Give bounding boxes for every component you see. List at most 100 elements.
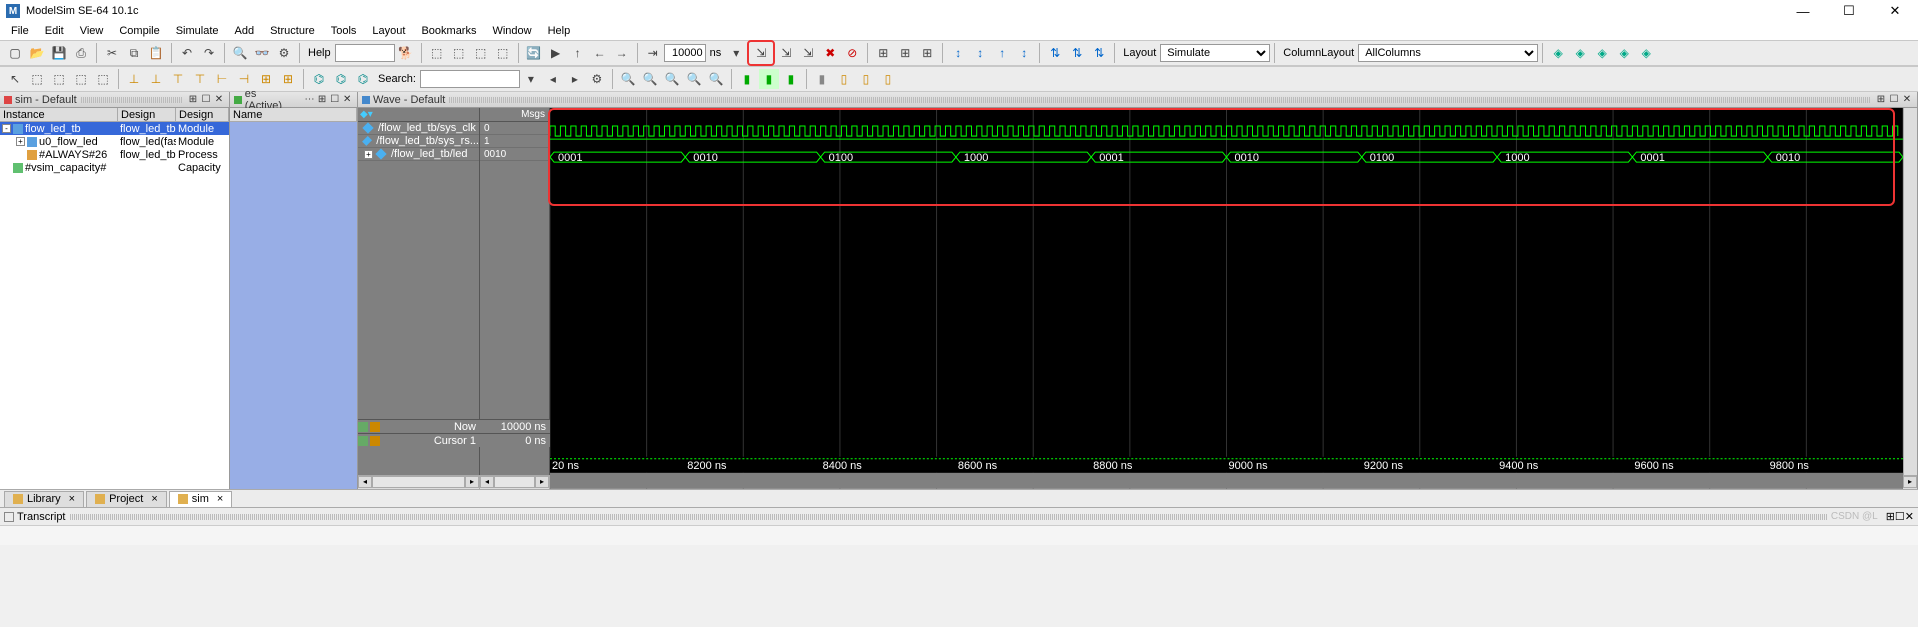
continue-icon[interactable]: ⇲ xyxy=(798,43,818,63)
expand-d-icon[interactable]: ⊤ xyxy=(190,69,210,89)
tab-close-icon[interactable]: × xyxy=(217,493,223,505)
tool-b-icon[interactable]: ⬚ xyxy=(449,43,469,63)
zoom-out-icon[interactable]: 🔍 xyxy=(640,69,660,89)
objects-body[interactable] xyxy=(230,122,357,489)
step-icon[interactable]: ⇥ xyxy=(643,43,663,63)
help-go-icon[interactable]: 🐕 xyxy=(396,43,416,63)
signal-row[interactable]: /flow_led_tb/sys_clk xyxy=(358,122,479,135)
pointer-icon[interactable]: ↖ xyxy=(5,69,25,89)
tree-row[interactable]: #ALWAYS#26flow_led_tb...Process xyxy=(0,148,229,161)
redo-icon[interactable]: ↷ xyxy=(199,43,219,63)
tree-row[interactable]: #vsim_capacity#Capacity xyxy=(0,161,229,174)
search-opt-icon[interactable]: ⚙ xyxy=(587,69,607,89)
wave-panel-header[interactable]: Wave - Default ⊞ ☐ ✕ xyxy=(358,92,1917,108)
expand-e-icon[interactable]: ⊢ xyxy=(212,69,232,89)
menu-bookmarks[interactable]: Bookmarks xyxy=(414,23,483,39)
bar-a-icon[interactable]: ▮ xyxy=(737,69,757,89)
window-b-icon[interactable]: ⊞ xyxy=(895,43,915,63)
select-c-icon[interactable]: ⬚ xyxy=(71,69,91,89)
panel-dots-icon[interactable]: ⋯ xyxy=(304,94,316,106)
nav-right-icon[interactable]: → xyxy=(612,43,632,63)
copy-icon[interactable]: ⧉ xyxy=(124,43,144,63)
run-all-icon[interactable]: ⇲ xyxy=(776,43,796,63)
bar-f-icon[interactable]: ▯ xyxy=(856,69,876,89)
expand-icon[interactable]: + xyxy=(16,137,25,146)
link-e-icon[interactable]: ◈ xyxy=(1636,43,1656,63)
menu-structure[interactable]: Structure xyxy=(263,23,322,39)
wave-vscroll[interactable] xyxy=(1903,108,1917,475)
menu-help[interactable]: Help xyxy=(541,23,578,39)
new-icon[interactable]: ▢ xyxy=(5,43,25,63)
signal-row[interactable]: /flow_led_tb/sys_rs... xyxy=(358,135,479,148)
cursor-e-icon[interactable]: ⇅ xyxy=(1045,43,1065,63)
transcript-panel-header[interactable]: Transcript CSDN @L ⊞ ☐ ✕ xyxy=(0,507,1918,525)
col-instance[interactable]: Instance xyxy=(0,108,118,121)
sig-scroll-track[interactable] xyxy=(372,476,465,488)
panel-tool-icon[interactable]: ⊞ xyxy=(187,94,199,106)
zoom-cursor-icon[interactable]: 🔍 xyxy=(706,69,726,89)
help-input[interactable] xyxy=(335,44,395,62)
minimize-button[interactable]: — xyxy=(1780,0,1826,22)
expand-g-icon[interactable]: ⊞ xyxy=(256,69,276,89)
search-prev-icon[interactable]: ◂ xyxy=(543,69,563,89)
save-icon[interactable]: 💾 xyxy=(49,43,69,63)
sim-tree[interactable]: -flow_led_tbflow_led_tb...Module+u0_flow… xyxy=(0,122,229,489)
tree-row[interactable]: +u0_flow_ledflow_led(fast)Module xyxy=(0,135,229,148)
scroll-right-icon[interactable]: ▸ xyxy=(1903,476,1917,488)
cursor-icon-b[interactable] xyxy=(370,436,380,446)
search-input[interactable] xyxy=(420,70,520,88)
panel-close-icon[interactable]: ✕ xyxy=(1905,510,1914,523)
expand-h-icon[interactable]: ⊞ xyxy=(278,69,298,89)
expand-a-icon[interactable]: ⊥ xyxy=(124,69,144,89)
zoom-full-icon[interactable]: 🔍 xyxy=(662,69,682,89)
scroll-right-icon[interactable]: ▸ xyxy=(465,476,479,488)
branch-c-icon[interactable]: ⌬ xyxy=(353,69,373,89)
search-next-icon[interactable]: ▸ xyxy=(565,69,585,89)
tool-d-icon[interactable]: ⬚ xyxy=(493,43,513,63)
bar-d-icon[interactable]: ▮ xyxy=(812,69,832,89)
scroll-left-icon[interactable]: ◂ xyxy=(480,476,494,488)
menu-edit[interactable]: Edit xyxy=(38,23,71,39)
tab-project[interactable]: Project× xyxy=(86,491,167,507)
panel-close-icon[interactable]: ✕ xyxy=(341,94,353,106)
cursor-c-icon[interactable]: ↑ xyxy=(992,43,1012,63)
panel-max-icon[interactable]: ☐ xyxy=(200,94,212,106)
add-signal-icon[interactable]: ◆▾ xyxy=(360,109,373,120)
link-d-icon[interactable]: ◈ xyxy=(1614,43,1634,63)
break-icon[interactable]: ✖ xyxy=(820,43,840,63)
sim-panel-header[interactable]: sim - Default ⊞ ☐ ✕ xyxy=(0,92,229,108)
col-name[interactable]: Name xyxy=(230,108,357,121)
cursor-a-icon[interactable]: ↕ xyxy=(948,43,968,63)
window-c-icon[interactable]: ⊞ xyxy=(917,43,937,63)
undo-icon[interactable]: ↶ xyxy=(177,43,197,63)
expand-f-icon[interactable]: ⊣ xyxy=(234,69,254,89)
menu-window[interactable]: Window xyxy=(485,23,538,39)
tree-row[interactable]: -flow_led_tbflow_led_tb...Module xyxy=(0,122,229,135)
panel-max-icon[interactable]: ☐ xyxy=(1895,510,1905,523)
zoom-in-icon[interactable]: 🔍 xyxy=(618,69,638,89)
dropdown-icon[interactable]: ▾ xyxy=(726,43,746,63)
cursor-icon-a[interactable] xyxy=(358,436,368,446)
run-icon[interactable]: ▶ xyxy=(546,43,566,63)
expand-c-icon[interactable]: ⊤ xyxy=(168,69,188,89)
menu-layout[interactable]: Layout xyxy=(365,23,412,39)
values-column[interactable]: Msgs 010010 10000 ns 0 ns xyxy=(480,108,550,475)
waveform-area[interactable]: 0001001001001000000100100100100000010010… xyxy=(550,108,1903,475)
zoom-fit-icon[interactable]: 🔍 xyxy=(684,69,704,89)
run-length-input[interactable] xyxy=(664,44,706,62)
menu-add[interactable]: Add xyxy=(228,23,262,39)
close-button[interactable]: ✕ xyxy=(1872,0,1918,22)
menu-simulate[interactable]: Simulate xyxy=(169,23,226,39)
cursor-b-icon[interactable]: ↕ xyxy=(970,43,990,63)
panel-max-icon[interactable]: ☐ xyxy=(1888,94,1900,106)
layout-select[interactable]: Simulate xyxy=(1160,44,1270,62)
now-icon-b[interactable] xyxy=(370,422,380,432)
binoculars-icon[interactable]: 👓 xyxy=(252,43,272,63)
tab-close-icon[interactable]: × xyxy=(69,493,75,505)
bar-e-icon[interactable]: ▯ xyxy=(834,69,854,89)
cursor-d-icon[interactable]: ↕ xyxy=(1014,43,1034,63)
window-a-icon[interactable]: ⊞ xyxy=(873,43,893,63)
panel-tool-icon[interactable]: ⊞ xyxy=(1875,94,1887,106)
cursor-f-icon[interactable]: ⇅ xyxy=(1067,43,1087,63)
open-icon[interactable]: 📂 xyxy=(27,43,47,63)
